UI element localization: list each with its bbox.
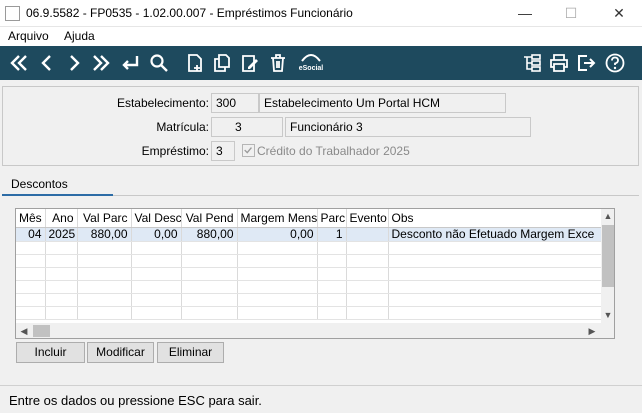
cell-obs: Desconto não Efetuado Margem Exce	[388, 227, 603, 242]
maximize-button[interactable]: ☐	[548, 0, 594, 27]
matricula-label: Matrícula:	[156, 120, 209, 134]
new-document-icon	[188, 54, 202, 72]
delete-icon	[271, 54, 285, 72]
esocial-button[interactable]: eSocial	[298, 51, 324, 75]
empty-row	[16, 267, 603, 281]
copy-document-icon	[214, 54, 230, 72]
empty-row	[16, 306, 603, 320]
return-icon	[122, 56, 139, 70]
cell-val-desc: 0,00	[131, 227, 182, 242]
help-button[interactable]	[603, 51, 627, 75]
emprestimo-label: Empréstimo:	[141, 144, 209, 158]
esocial-icon	[301, 54, 321, 62]
column-header-val-desc[interactable]: Val Desc	[131, 209, 182, 228]
eliminar-button[interactable]: Eliminar	[157, 342, 224, 363]
last-record-icon	[93, 55, 110, 71]
print-button[interactable]	[547, 51, 571, 75]
close-button[interactable]: ✕	[596, 0, 642, 27]
next-record-icon	[70, 55, 80, 71]
esocial-label: eSocial	[298, 65, 324, 72]
next-record-button[interactable]	[62, 51, 86, 75]
empty-row	[16, 254, 603, 268]
cell-ano: 2025	[45, 227, 78, 242]
column-header-margem-mensal[interactable]: Margem Mensal	[237, 209, 318, 228]
descontos-grid[interactable]: Mês Ano Val Parc Val Desc Val Pend Marge…	[15, 208, 615, 339]
tab-strip: Descontos	[2, 174, 639, 196]
edit-document-button[interactable]	[238, 51, 262, 75]
column-header-evento[interactable]: Evento	[346, 209, 389, 228]
previous-record-icon	[41, 55, 51, 71]
estabelecimento-label: Estabelecimento:	[116, 96, 209, 110]
cell-margem-mensal: 0,00	[237, 227, 318, 242]
empty-row	[16, 293, 603, 307]
horizontal-scroll-thumb[interactable]	[33, 325, 50, 337]
column-header-parc[interactable]: Parc	[317, 209, 347, 228]
estabelecimento-name-field: Estabelecimento Um Portal HCM	[259, 93, 506, 113]
copy-document-button[interactable]	[210, 51, 234, 75]
menu-arquivo[interactable]: Arquivo	[8, 29, 49, 43]
cell-val-pend: 880,00	[181, 227, 238, 242]
empty-row	[16, 241, 603, 255]
vertical-scroll-thumb[interactable]	[602, 225, 614, 287]
column-header-val-pend[interactable]: Val Pend	[181, 209, 238, 228]
column-header-ano[interactable]: Ano	[45, 209, 78, 228]
incluir-button[interactable]: Incluir	[16, 342, 85, 363]
horizontal-scrollbar[interactable]: ◀ ▶	[16, 323, 614, 338]
status-message: Entre os dados ou pressione ESC para sai…	[9, 393, 262, 408]
matricula-code-field[interactable]: 3	[211, 117, 283, 137]
first-record-icon	[10, 55, 27, 71]
search-icon	[150, 54, 168, 72]
column-header-val-parc[interactable]: Val Parc	[77, 209, 132, 228]
vertical-scrollbar[interactable]: ▲ ▼	[601, 209, 614, 323]
new-document-button[interactable]	[183, 51, 207, 75]
status-bar: Entre os dados ou pressione ESC para sai…	[0, 385, 642, 413]
return-button[interactable]	[118, 51, 142, 75]
emprestimo-checkbox[interactable]	[242, 144, 255, 157]
modificar-button[interactable]: Modificar	[87, 342, 154, 363]
estabelecimento-code-field[interactable]: 300	[211, 93, 259, 113]
scroll-down-icon[interactable]: ▼	[601, 308, 614, 322]
minimize-button[interactable]: —	[502, 0, 548, 27]
checkmark-icon	[244, 147, 252, 154]
title-bar: 06.9.5582 - FP0535 - 1.02.00.007 - Empré…	[0, 0, 642, 27]
search-button[interactable]	[147, 51, 171, 75]
print-icon	[550, 54, 568, 72]
emprestimo-code-field[interactable]: 3	[211, 141, 235, 161]
scroll-right-icon[interactable]: ▶	[585, 324, 599, 338]
previous-record-button[interactable]	[35, 51, 59, 75]
scroll-up-icon[interactable]: ▲	[601, 209, 614, 223]
table-header-row: Mês Ano Val Parc Val Desc Val Pend Marge…	[16, 209, 603, 228]
delete-button[interactable]	[266, 51, 290, 75]
exit-icon	[578, 55, 596, 71]
empty-row	[16, 280, 603, 294]
cell-parc: 1	[317, 227, 347, 242]
help-icon	[605, 53, 625, 73]
cell-evento	[346, 227, 389, 242]
scroll-left-icon[interactable]: ◀	[17, 324, 31, 338]
menu-ajuda[interactable]: Ajuda	[64, 29, 95, 43]
first-record-button[interactable]	[7, 51, 31, 75]
column-header-mes[interactable]: Mês	[16, 209, 46, 228]
form-panel: Estabelecimento: 300 Estabelecimento Um …	[2, 86, 639, 166]
emprestimo-description: Crédito do Trabalhador 2025	[257, 144, 410, 158]
structure-tree-icon	[524, 54, 541, 72]
table-row[interactable]: 04 2025 880,00 0,00 880,00 0,00 1 Descon…	[16, 227, 603, 242]
last-record-button[interactable]	[89, 51, 113, 75]
descontos-table: Mês Ano Val Parc Val Desc Val Pend Marge…	[16, 209, 603, 320]
tab-descontos[interactable]: Descontos	[2, 174, 113, 196]
cell-mes: 04	[16, 227, 46, 242]
matricula-name-field: Funcionário 3	[285, 117, 531, 137]
exit-button[interactable]	[574, 51, 598, 75]
cell-val-parc: 880,00	[77, 227, 132, 242]
structure-tree-button[interactable]	[520, 51, 544, 75]
menu-bar: Arquivo Ajuda	[0, 27, 642, 46]
window-title: 06.9.5582 - FP0535 - 1.02.00.007 - Empré…	[26, 6, 353, 20]
edit-document-icon	[242, 55, 258, 72]
app-icon	[5, 6, 20, 21]
toolbar: eSocial	[0, 46, 642, 80]
column-header-obs[interactable]: Obs	[388, 209, 603, 228]
